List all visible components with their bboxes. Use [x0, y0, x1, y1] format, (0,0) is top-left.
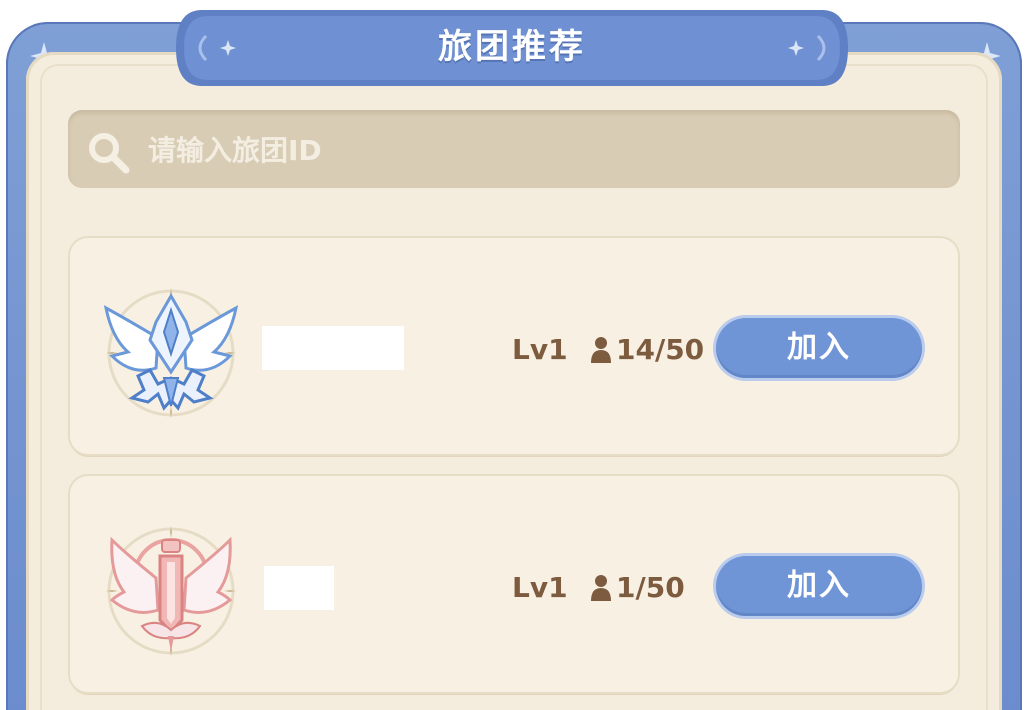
guild-name	[264, 566, 334, 610]
member-count: 1/50	[616, 571, 685, 604]
join-button[interactable]: 加入	[716, 556, 922, 616]
guild-name	[262, 326, 404, 370]
guild-card: Lv1 14/50 加入	[70, 238, 958, 454]
page-title: 旅团推荐	[438, 27, 586, 67]
join-button[interactable]: 加入	[716, 318, 922, 378]
member-count: 14/50	[616, 333, 705, 366]
person-icon	[591, 337, 611, 363]
search-input[interactable]	[146, 124, 940, 176]
blue-winged-star-emblem-icon	[103, 288, 239, 418]
search-icon	[89, 133, 130, 174]
pink-winged-sword-emblem-icon	[106, 526, 236, 656]
person-icon	[591, 575, 611, 601]
search-bar	[68, 110, 960, 188]
guild-members: 1/50	[590, 568, 685, 608]
guild-members: 14/50	[590, 330, 704, 370]
guild-level: Lv1	[512, 333, 568, 366]
guild-card: Lv1 1/50 加入	[70, 476, 958, 692]
title-banner: 旅团推荐	[172, 6, 852, 90]
guild-recommend-screen: 旅团推荐 Lv1 14/50	[0, 0, 1029, 710]
guild-level: Lv1	[512, 571, 568, 604]
